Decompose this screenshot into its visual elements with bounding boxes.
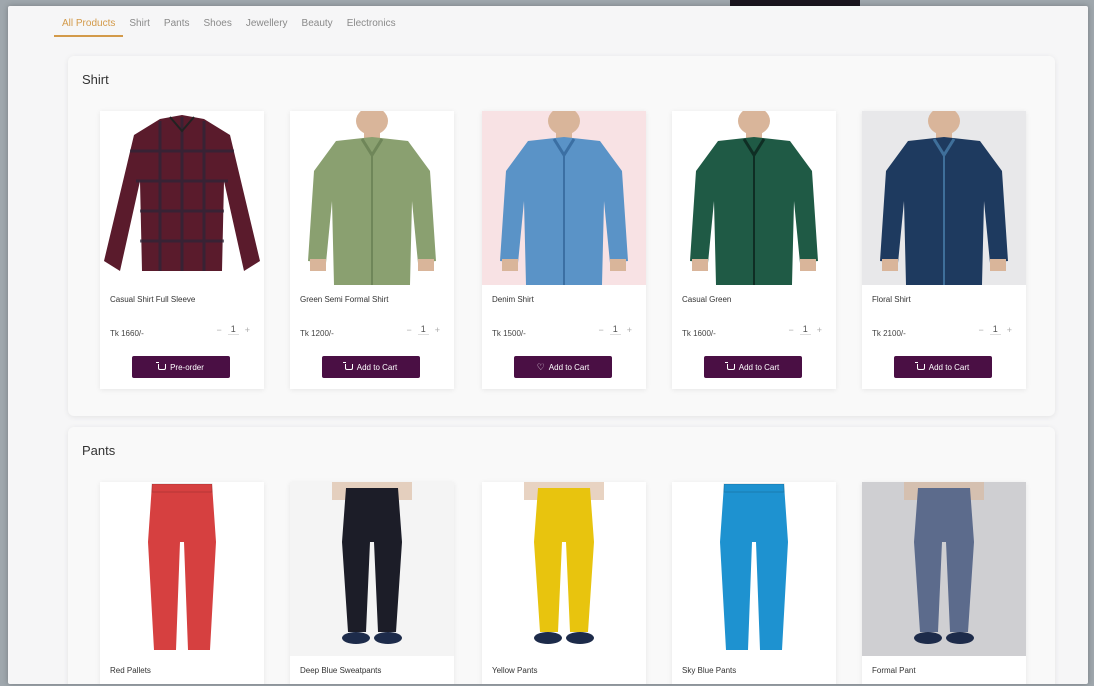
product-name: Floral Shirt <box>872 295 911 304</box>
increment-button[interactable]: + <box>627 325 632 335</box>
product-image[interactable] <box>672 111 836 285</box>
button-label: Add to Cart <box>548 362 590 372</box>
section-title: Pants <box>82 443 116 458</box>
heart-icon: ♡ <box>536 361 545 372</box>
button-label: Add to Cart <box>738 362 780 372</box>
product-card[interactable]: Casual Shirt Full Sleeve Tk 1660/- − 1 + Pr… <box>100 111 264 389</box>
increment-button[interactable]: + <box>1007 325 1012 335</box>
quantity-value[interactable]: 1 <box>799 324 811 335</box>
cart-icon <box>724 362 735 370</box>
button-label: Pre-order <box>170 362 204 372</box>
quantity-stepper[interactable]: − 1 + <box>216 324 250 335</box>
product-card[interactable]: Denim Shirt Tk 1500/- − 1 + ♡ Add to Cart <box>482 111 646 389</box>
quantity-stepper[interactable]: − 1 + <box>978 324 1012 335</box>
quantity-stepper[interactable]: − 1 + <box>598 324 632 335</box>
decrement-button[interactable]: − <box>978 325 983 335</box>
product-card[interactable]: Deep Blue Sweatpants <box>290 482 454 684</box>
product-image[interactable] <box>290 482 454 656</box>
tab-electronics[interactable]: Electronics <box>345 10 398 37</box>
decrement-button[interactable]: − <box>216 325 221 335</box>
add-to-cart-button[interactable]: Add to Cart <box>322 356 420 378</box>
product-price: Tk 1200/- <box>300 329 334 338</box>
product-card[interactable]: Formal Pant <box>862 482 1026 684</box>
increment-button[interactable]: + <box>245 325 250 335</box>
product-image[interactable] <box>100 482 264 656</box>
section-pants: Pants Red Pallets Deep Blue Sweatpants Y… <box>68 427 1055 684</box>
product-card[interactable]: Green Semi Formal Shirt Tk 1200/- − 1 + Add… <box>290 111 454 389</box>
product-image[interactable] <box>482 111 646 285</box>
product-image[interactable] <box>862 482 1026 656</box>
product-name: Casual Shirt Full Sleeve <box>110 295 196 304</box>
add-to-cart-button[interactable]: Add to Cart <box>894 356 992 378</box>
product-image[interactable] <box>482 482 646 656</box>
product-name: Denim Shirt <box>492 295 534 304</box>
product-image[interactable] <box>290 111 454 285</box>
add-to-cart-button[interactable]: ♡ Add to Cart <box>514 356 612 378</box>
product-image[interactable] <box>100 111 264 285</box>
product-name: Deep Blue Sweatpants <box>300 666 382 675</box>
product-card[interactable]: Yellow Pants <box>482 482 646 684</box>
quantity-value[interactable]: 1 <box>417 324 429 335</box>
increment-button[interactable]: + <box>817 325 822 335</box>
product-name: Yellow Pants <box>492 666 538 675</box>
quantity-stepper[interactable]: − 1 + <box>788 324 822 335</box>
tab-shirt[interactable]: Shirt <box>127 10 152 37</box>
product-image[interactable] <box>672 482 836 656</box>
decrement-button[interactable]: − <box>406 325 411 335</box>
tab-all-products[interactable]: All Products <box>53 10 124 37</box>
product-card[interactable]: Floral Shirt Tk 2100/- − 1 + Add to Cart <box>862 111 1026 389</box>
quantity-value[interactable]: 1 <box>227 324 239 335</box>
product-name: Sky Blue Pants <box>682 666 737 675</box>
product-price: Tk 1660/- <box>110 329 144 338</box>
quantity-value[interactable]: 1 <box>609 324 621 335</box>
add-to-cart-button[interactable]: Add to Cart <box>704 356 802 378</box>
button-label: Add to Cart <box>928 362 970 372</box>
quantity-stepper[interactable]: − 1 + <box>406 324 440 335</box>
tab-pants[interactable]: Pants <box>162 10 192 37</box>
decrement-button[interactable]: − <box>598 325 603 335</box>
product-image[interactable] <box>862 111 1026 285</box>
increment-button[interactable]: + <box>435 325 440 335</box>
product-card[interactable]: Sky Blue Pants <box>672 482 836 684</box>
tab-shoes[interactable]: Shoes <box>202 10 234 37</box>
section-title: Shirt <box>82 72 109 87</box>
button-label: Add to Cart <box>356 362 398 372</box>
product-name: Casual Green <box>682 295 732 304</box>
cart-icon <box>914 362 925 370</box>
pre-order-button[interactable]: Pre-order <box>132 356 230 378</box>
tab-beauty[interactable]: Beauty <box>300 10 335 37</box>
product-price: Tk 1600/- <box>682 329 716 338</box>
section-shirt: Shirt Casual Shirt Full Sleeve Tk 1660/- −… <box>68 56 1055 416</box>
decrement-button[interactable]: − <box>788 325 793 335</box>
shop-window: All Products Shirt Pants Shoes Jewellery Beau… <box>8 6 1088 684</box>
product-name: Formal Pant <box>872 666 916 675</box>
product-price: Tk 1500/- <box>492 329 526 338</box>
cart-icon <box>156 362 167 370</box>
product-card[interactable]: Casual Green Tk 1600/- − 1 + Add to Cart <box>672 111 836 389</box>
quantity-value[interactable]: 1 <box>989 324 1001 335</box>
tab-jewellery[interactable]: Jewellery <box>244 10 290 37</box>
category-tabs: All Products Shirt Pants Shoes Jewellery Beau… <box>8 6 1088 40</box>
product-price: Tk 2100/- <box>872 329 906 338</box>
product-name: Red Pallets <box>110 666 151 675</box>
cart-icon <box>342 362 353 370</box>
product-name: Green Semi Formal Shirt <box>300 295 389 304</box>
product-card[interactable]: Red Pallets <box>100 482 264 684</box>
